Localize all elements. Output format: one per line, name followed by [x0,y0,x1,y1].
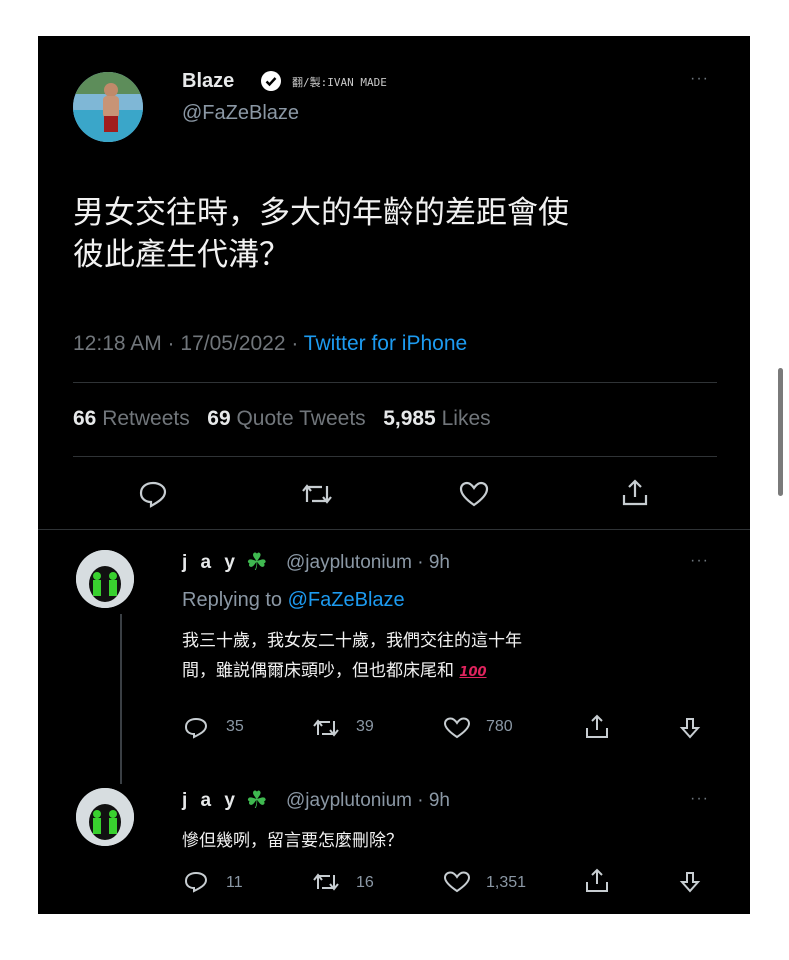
reply-author-handle[interactable]: @jayplutonium · 9h [286,552,450,574]
downvote-icon[interactable] [678,870,702,894]
retweet-icon[interactable] [312,716,340,740]
author-handle[interactable]: @FaZeBlaze [182,102,299,125]
clover-icon: ☘ [246,549,268,576]
thread-line [120,614,122,784]
like-icon[interactable] [443,870,471,894]
tweet-text-line: 男女交往時，多大的年齡的差距會使 [73,195,569,231]
retweet-icon[interactable] [300,480,334,508]
downvote-icon[interactable] [678,716,702,740]
retweet-icon[interactable] [312,870,340,894]
like-count: 780 [486,718,513,735]
replying-to: Replying to @FaZeBlaze [182,589,405,612]
tweet-text: 男女交往時，多大的年齡的差距會使 彼此產生代溝？ [73,192,733,276]
retweets-stat[interactable]: 66 Retweets [73,407,190,430]
reply-count: 11 [226,874,243,891]
hundred-points-emoji: 100 [459,665,487,680]
likes-stat[interactable]: 5,985 Likes [383,407,490,430]
more-icon[interactable]: ··· [690,790,709,808]
reply-count: 35 [226,718,244,735]
more-icon[interactable]: ··· [690,552,709,570]
replying-prefix: Replying to [182,589,288,611]
reply-avatar[interactable] [76,788,134,846]
reply-author-name[interactable]: j a y [182,790,239,812]
tweet-stats: 66 Retweets 69 Quote Tweets 5,985 Likes [73,407,491,431]
reply-text-line: 間，雖説偶爾床頭吵，但也都床尾和 100 [182,661,487,681]
replying-to-mention[interactable]: @FaZeBlaze [288,589,405,611]
like-icon[interactable] [458,480,490,508]
share-icon[interactable] [584,714,610,740]
divider [73,456,717,457]
verified-badge-icon [260,70,282,92]
reply-text: 我三十歲，我女友二十歲，我們交往的這十年 間，雖説偶爾床頭吵，但也都床尾和 10… [182,626,702,688]
divider [73,382,717,383]
retweet-count: 16 [356,874,374,891]
share-icon[interactable] [584,868,610,894]
tweet-timestamp[interactable]: 12:18 AM · 17/05/2022 · [73,332,304,355]
tweet-text-line: 彼此產生代溝？ [73,237,290,273]
reply-icon[interactable] [184,716,208,740]
divider [38,529,750,530]
clover-icon: ☘ [246,787,268,814]
reply-avatar[interactable] [76,550,134,608]
reply-text: 慘但幾咧，留言要怎麼刪除？ [182,826,702,856]
scrollbar[interactable] [778,368,783,496]
reply-icon[interactable] [184,870,208,894]
author-avatar[interactable] [73,72,143,142]
tweet-screenshot-panel: Blaze 翻/製:IVAN MADE @FaZeBlaze ··· 男女交往時… [38,36,750,914]
author-name[interactable]: Blaze [182,70,234,93]
reply-author-handle[interactable]: @jayplutonium · 9h [286,790,450,812]
like-icon[interactable] [443,716,471,740]
tweet-meta: 12:18 AM · 17/05/2022 · Twitter for iPho… [73,332,467,356]
reply-author-name[interactable]: j a y [182,552,239,574]
reply-text-line: 慘但幾咧，留言要怎麼刪除？ [182,831,403,851]
tweet-source[interactable]: Twitter for iPhone [304,332,467,355]
reply-text-line: 我三十歲，我女友二十歲，我們交往的這十年 [182,631,522,651]
retweet-count: 39 [356,718,374,735]
share-icon[interactable] [620,478,650,508]
reply-icon[interactable] [138,480,168,508]
watermark-text: 翻/製:IVAN MADE [292,76,387,89]
like-count: 1,351 [486,874,527,891]
quotes-stat[interactable]: 69 Quote Tweets [207,407,365,430]
more-icon[interactable]: ··· [690,70,709,88]
